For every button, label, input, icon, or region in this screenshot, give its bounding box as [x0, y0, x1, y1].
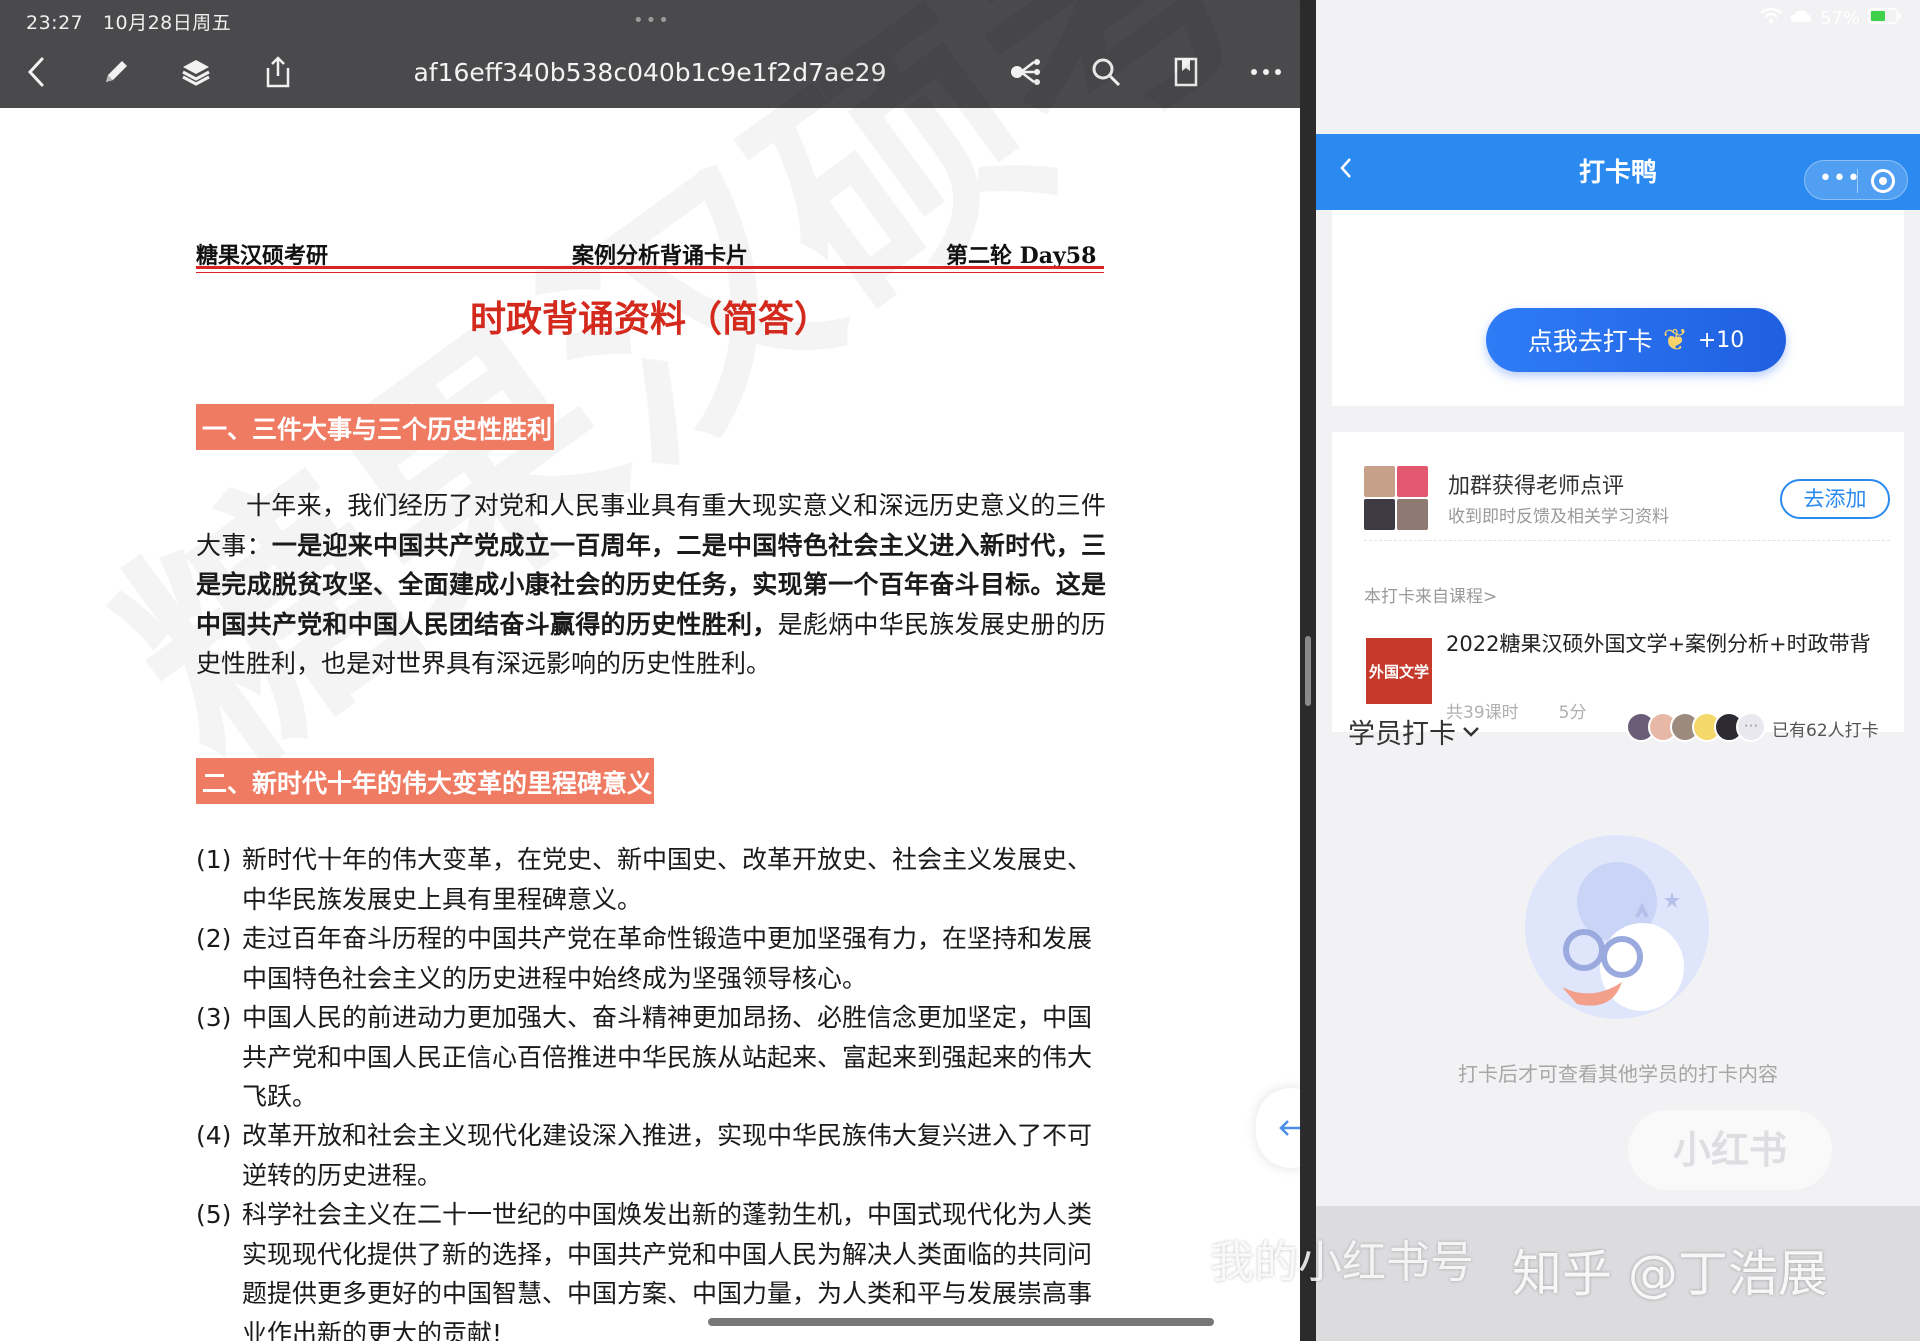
section-2-heading: 二、新时代十年的伟大变革的里程碑意义: [196, 758, 655, 804]
pdf-reader-pane: 23:27 10月28日周五 ••• af16eff340b538c040b1c…: [0, 0, 1300, 1341]
wifi-icon: [1760, 7, 1782, 29]
empty-state-duck-icon: [1522, 832, 1712, 1022]
divider-grip[interactable]: [1305, 636, 1311, 706]
home-indicator[interactable]: [708, 1318, 1214, 1326]
add-group-button[interactable]: 去添加: [1780, 479, 1890, 519]
miniapp-navbar: 打卡鸭 •••: [1316, 134, 1920, 210]
close-miniapp-icon[interactable]: [1871, 169, 1895, 193]
split-view-divider[interactable]: [1300, 0, 1316, 1341]
search-icon[interactable]: [1086, 52, 1126, 92]
more-dots-icon[interactable]: •••: [1819, 166, 1861, 191]
course-source-link[interactable]: 本打卡来自课程>: [1364, 582, 1497, 607]
section-1-heading: 一、三件大事与三个历史性胜利: [196, 404, 555, 450]
battery-percent: 57%: [1819, 8, 1860, 29]
document-title: af16eff340b538c040b1c9e1f2d7ae29: [413, 58, 887, 87]
document-main-title: 时政背诵资料（简答）: [469, 299, 830, 340]
list-item: (4) 改革开放和社会主义现代化建设深入推进，实现中华民族伟大复兴进入了不可逆转的…: [196, 1121, 1093, 1190]
battery-icon: [1868, 8, 1902, 29]
pdf-page[interactable]: 糖果汉硕考研 糖果汉硕考研 案例分析背诵卡片 第二轮 Day58 时政背诵资料（…: [0, 0, 1300, 1341]
more-icon[interactable]: [1246, 52, 1286, 92]
section-1-paragraph: 十年来，我们经历了对党和人民事业具有重大现实意义和深远历史意义的三件大事：一是迎…: [196, 491, 1106, 678]
empty-state-text: 打卡后才可查看其他学员的打卡内容: [1458, 1062, 1778, 1086]
page-turn-handle[interactable]: [1256, 1088, 1300, 1168]
feather-icon: ❦: [1662, 322, 1688, 358]
list-item: (3) 中国人民的前进动力更加强大、奋斗精神更加昂扬、必胜信念更加坚定，中国共产党…: [196, 1003, 1093, 1111]
back-icon[interactable]: [16, 52, 56, 92]
checkin-button[interactable]: 点我去打卡 ❦ +10: [1486, 308, 1786, 372]
joined-count: 已有62人打卡: [1772, 721, 1879, 741]
bookmark-icon[interactable]: [1166, 52, 1206, 92]
footer-watermark-left: 我的小红书号: [1210, 1237, 1474, 1288]
car-icon: [1790, 8, 1812, 29]
header-rule-thin: [196, 272, 1104, 273]
reader-toolbar: 23:27 10月28日周五 ••• af16eff340b538c040b1c…: [0, 0, 1300, 108]
group-title: 加群获得老师点评: [1448, 474, 1625, 499]
xiaohongshu-watermark: 小红书: [1628, 1110, 1832, 1190]
status-time: 23:27 10月28日周五: [26, 12, 232, 34]
course-title[interactable]: 2022糖果汉硕外国文学+案例分析+时政带背: [1446, 628, 1886, 660]
status-bar-right: 57%: [1760, 7, 1902, 29]
miniapp-pane: 57% 打卡鸭 ••• 点我去打卡 ❦ +10 加群获得老师点评 收到即时反馈及…: [1316, 0, 1920, 1341]
students-checkin-dropdown[interactable]: 学员打卡: [1348, 712, 1480, 751]
course-thumbnail[interactable]: 外国文学: [1366, 638, 1432, 704]
group-avatar: [1364, 466, 1428, 530]
footer-watermark-right: 知乎 @丁浩展: [1512, 1245, 1828, 1303]
student-avatars[interactable]: ···: [1626, 712, 1766, 742]
list-item: (2) 走过百年奋斗历程的中国共产党在革命性锻造中更加坚强有力，在坚持和发展中国特…: [196, 924, 1093, 993]
mindmap-icon[interactable]: [1006, 52, 1046, 92]
more-avatars-icon: ···: [1736, 712, 1766, 742]
pencil-icon[interactable]: [96, 52, 136, 92]
divider: [1364, 540, 1890, 541]
multitasking-dots-icon[interactable]: •••: [633, 10, 671, 31]
list-item: (1) 新时代十年的伟大变革，在党史、新中国史、改革开放史、社会主义发展史、中华民…: [196, 845, 1093, 914]
layers-icon[interactable]: [176, 52, 216, 92]
header-rule: [196, 266, 1104, 269]
checkin-card: 点我去打卡 ❦ +10: [1332, 210, 1904, 406]
share-icon[interactable]: [258, 52, 298, 92]
chevron-down-icon: [1463, 726, 1479, 737]
course-info-card: 加群获得老师点评 收到即时反馈及相关学习资料 去添加 本打卡来自课程> 外国文学…: [1332, 432, 1904, 732]
group-subtitle: 收到即时反馈及相关学习资料: [1448, 507, 1669, 527]
capsule-menu[interactable]: •••: [1804, 160, 1908, 200]
